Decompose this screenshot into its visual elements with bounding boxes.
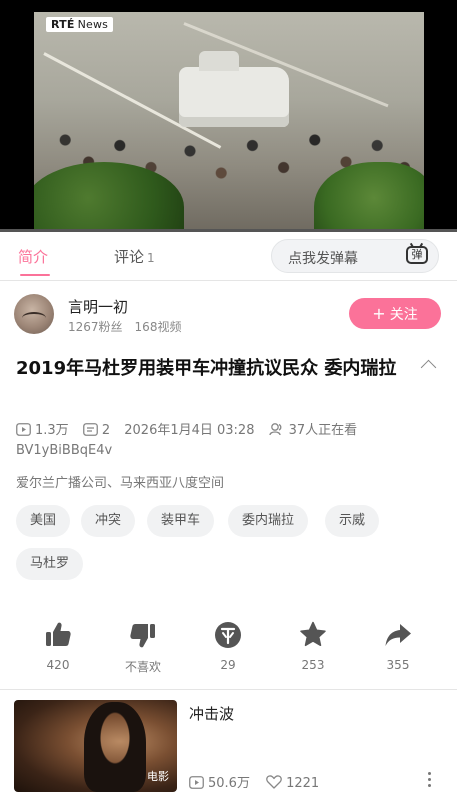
related-like-count: 1221 [286, 776, 320, 791]
danmaku-placeholder: 点我发弹幕 [288, 251, 358, 267]
related-video-badge: 电影 [147, 770, 169, 783]
heart-icon [266, 775, 282, 793]
danmaku-count-icon [82, 423, 98, 440]
share-count: 355 [386, 658, 410, 672]
tag[interactable]: 美国 [16, 505, 71, 537]
like-count: 420 [46, 658, 70, 672]
uploader-name[interactable]: 言明一初 [68, 296, 128, 317]
favorite-count: 253 [301, 658, 325, 672]
videos-count: 168视频 [134, 320, 182, 334]
related-video-stats: 50.6万 1221 [189, 772, 319, 793]
tag[interactable]: 冲突 [81, 505, 136, 537]
related-video-title[interactable]: 冲击波 [189, 703, 234, 724]
tab-comments[interactable]: 评论 1 [114, 246, 155, 267]
channel-logo: RTÉ News [46, 17, 114, 32]
divider [0, 689, 457, 690]
view-count: 1.3万 [35, 423, 69, 438]
tab-bar: 简介 评论 1 点我发弹幕 弹 [0, 232, 457, 281]
danmaku-toggle-icon[interactable]: 弹 [404, 242, 432, 269]
more-options-icon[interactable] [428, 772, 432, 788]
share-button[interactable]: 355 [368, 620, 428, 672]
tab-active-indicator [20, 274, 50, 276]
thumbs-up-icon [43, 620, 73, 650]
fans-count: 1267粉丝 [68, 320, 123, 334]
video-frame [34, 12, 424, 232]
play-count-icon [16, 423, 31, 440]
thumbs-down-icon [128, 620, 158, 650]
dislike-button[interactable]: 不喜欢 [113, 620, 173, 675]
play-count-icon [189, 776, 204, 793]
thumbnail-figure [84, 702, 146, 792]
watching-icon [268, 422, 285, 440]
dislike-label: 不喜欢 [124, 660, 161, 674]
danmaku-input[interactable]: 点我发弹幕 弹 [271, 239, 439, 273]
uploader-stats: 1267粉丝 168视频 [68, 318, 181, 335]
publish-date: 2026年1月4日 03:28 [124, 423, 255, 438]
video-source: 爱尔兰广播公司、马来西亚八度空间 [16, 476, 225, 491]
video-title: 2019年马杜罗用装甲车冲撞抗议民众 委内瑞拉 [16, 358, 397, 379]
avatar[interactable] [14, 294, 54, 334]
tag[interactable]: 马杜罗 [16, 548, 84, 580]
like-button[interactable]: 420 [28, 620, 88, 672]
coin-button[interactable]: 29 [198, 620, 258, 672]
danmaku-count: 2 [101, 423, 111, 438]
watching-count: 37人正在看 [288, 423, 358, 438]
favorite-button[interactable]: 253 [283, 620, 343, 672]
star-icon [298, 620, 328, 650]
tag[interactable]: 委内瑞拉 [228, 505, 309, 537]
plus-icon: + [372, 304, 386, 323]
bvid: BV1yBiBBqE4v [16, 443, 113, 458]
video-player[interactable]: RTÉ News [0, 0, 457, 232]
share-icon [383, 620, 413, 650]
coin-count: 29 [220, 658, 236, 672]
tag[interactable]: 装甲车 [147, 505, 215, 537]
chevron-up-icon[interactable] [420, 359, 437, 376]
video-meta: 1.3万 2 2026年1月4日 03:28 37人正在看 [16, 419, 357, 440]
related-video-thumbnail[interactable]: 电影 [14, 700, 177, 792]
tag[interactable]: 示威 [325, 505, 380, 537]
related-view-count: 50.6万 [208, 776, 250, 791]
tab-intro[interactable]: 简介 [18, 246, 48, 267]
follow-button[interactable]: + 关注 [349, 298, 441, 329]
coin-icon [213, 620, 243, 650]
comments-count: 1 [147, 251, 155, 265]
